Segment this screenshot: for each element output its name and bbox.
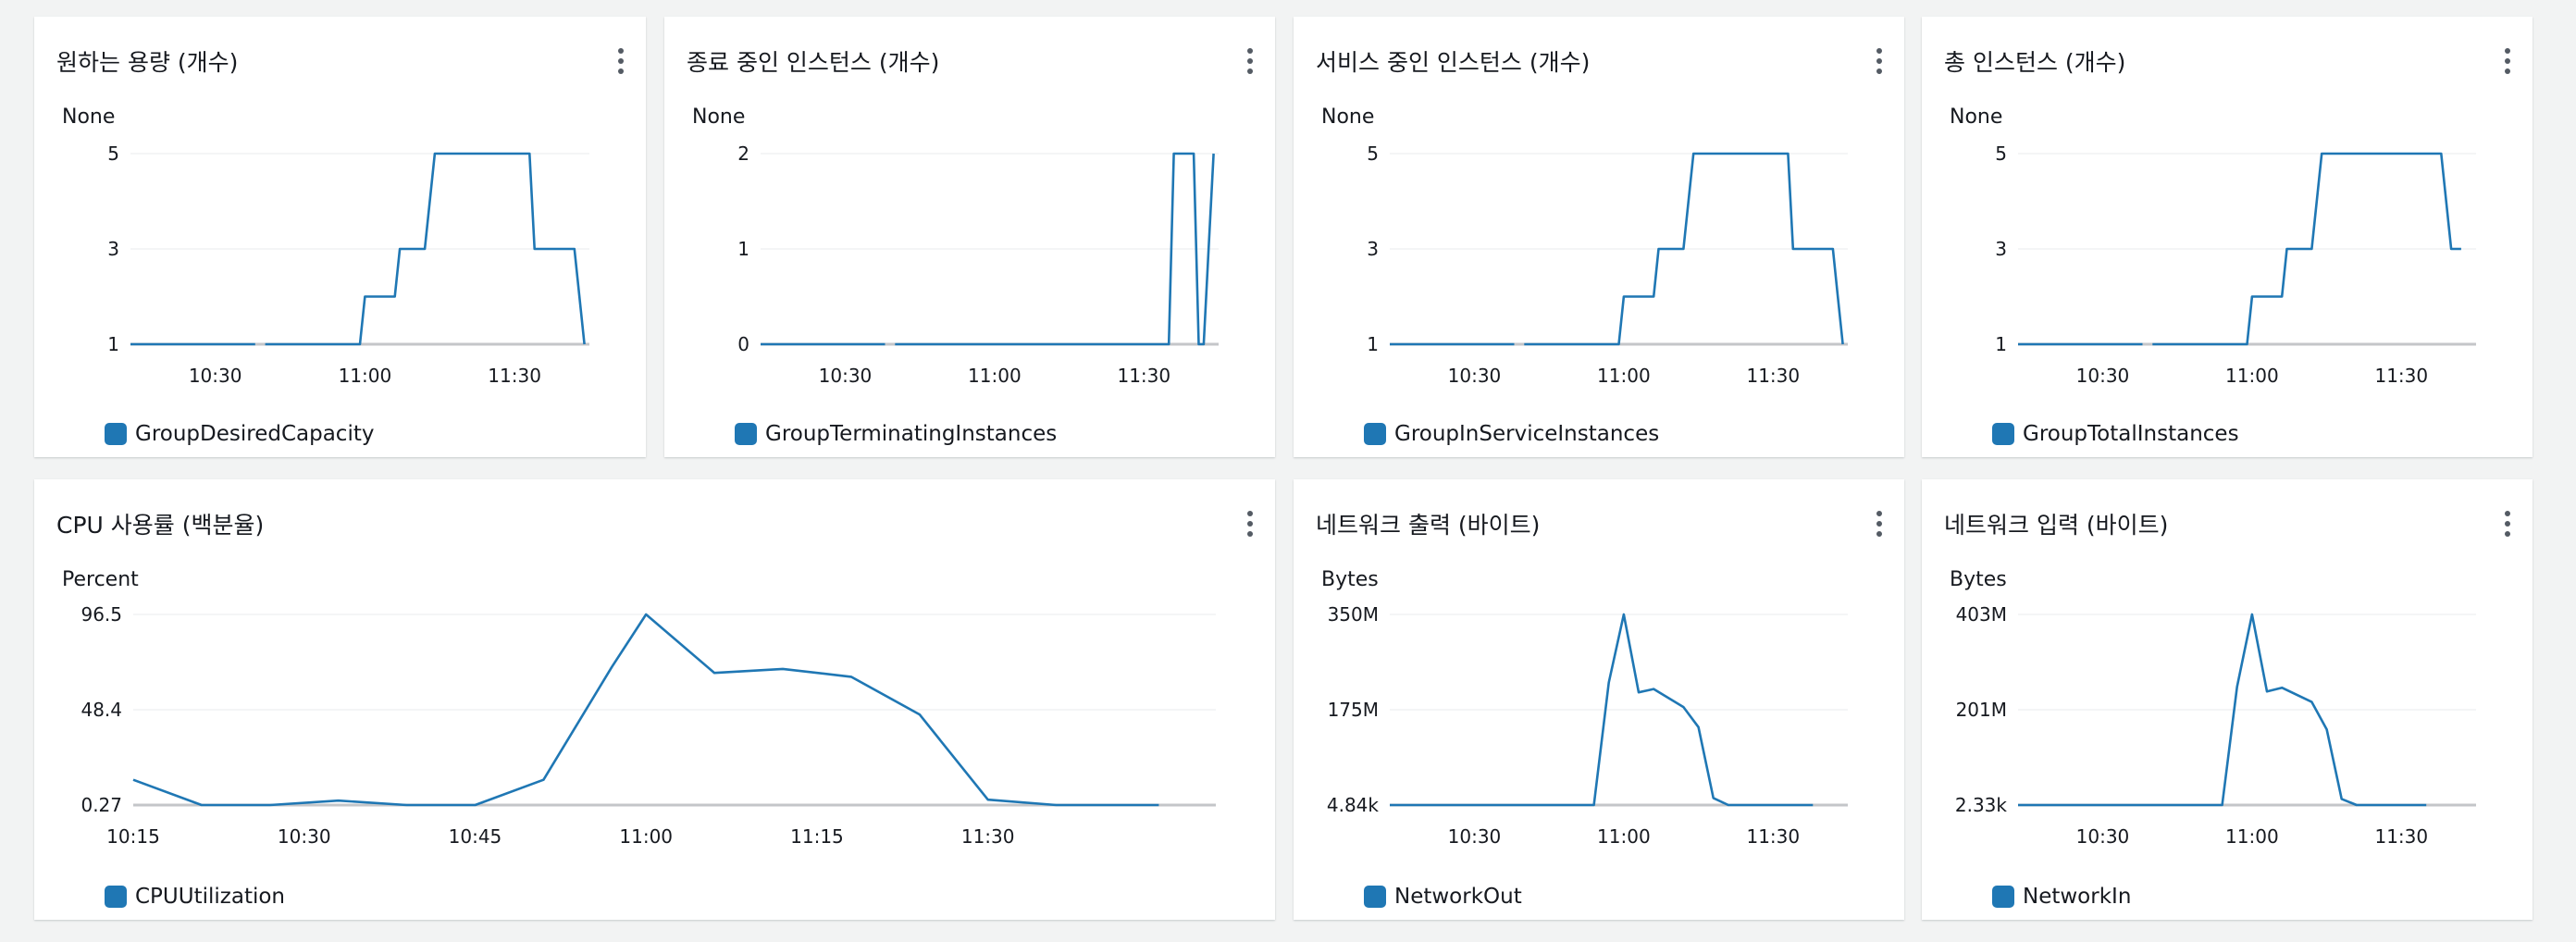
x-tick-label: 11:00 (968, 365, 1022, 387)
widget-network-in: 네트워크 입력 (바이트) Bytes 2.33k 201M 403M 10:30 11… (1922, 479, 2533, 920)
y-tick-label: 350M (1328, 603, 1379, 626)
y-tick-label: 201M (1956, 699, 2007, 721)
y-tick-label: 5 (1367, 143, 1379, 165)
y-tick-label: 0 (737, 333, 749, 355)
y-tick-label: 1 (1367, 333, 1379, 355)
line-chart: 1 3 5 10:30 11:00 11:30 (1367, 143, 1848, 387)
y-tick-label: 1 (1995, 333, 2007, 355)
x-tick-label: 11:30 (488, 365, 541, 387)
x-tick-label: 10:45 (449, 825, 502, 848)
line-chart: 1 3 5 10:30 11:00 11:30 (1995, 143, 2476, 387)
legend-label: NetworkIn (2023, 885, 2132, 909)
x-tick-label: 10:30 (278, 825, 331, 848)
legend-item[interactable]: CPUUtilization (105, 885, 285, 909)
line-chart: 2.33k 201M 403M 10:30 11:00 11:30 (1955, 603, 2476, 848)
widget-desired-capacity: 원하는 용량 (개수) None 1 3 5 10:30 11:00 11:30 Grou… (34, 17, 646, 457)
widget-network-out: 네트워크 출력 (바이트) Bytes 4.84k 175M 350M 10:30 11… (1294, 479, 1904, 920)
line-chart: 1 3 5 10:30 11:00 11:30 (107, 143, 589, 387)
legend-color-swatch (105, 423, 127, 445)
y-tick-label: 0.27 (80, 794, 122, 816)
x-tick-label: 11:00 (1597, 825, 1651, 848)
line-chart: 0 1 2 10:30 11:00 11:30 (737, 143, 1219, 387)
legend-label: GroupTerminatingInstances (765, 422, 1058, 446)
x-tick-label: 11:15 (790, 825, 844, 848)
legend-item[interactable]: GroupTotalInstances (1992, 422, 2239, 446)
x-tick-label: 10:30 (819, 365, 873, 387)
legend-color-swatch (735, 423, 757, 445)
legend-color-swatch (1992, 886, 2014, 908)
y-tick-label: 5 (1995, 143, 2007, 165)
x-tick-label: 11:30 (1117, 365, 1170, 387)
y-tick-label: 4.84k (1327, 794, 1380, 816)
legend-color-swatch (1364, 423, 1386, 445)
legend-label: CPUUtilization (135, 885, 286, 909)
x-tick-label: 11:00 (619, 825, 673, 848)
x-tick-label: 11:30 (2374, 825, 2428, 848)
x-tick-label: 11:00 (2225, 365, 2279, 387)
x-tick-label: 11:00 (1597, 365, 1651, 387)
x-tick-label: 11:00 (339, 365, 392, 387)
y-tick-label: 2 (737, 143, 749, 165)
y-tick-label: 3 (1995, 238, 2007, 260)
x-tick-label: 11:00 (2225, 825, 2279, 848)
y-tick-label: 175M (1328, 699, 1379, 721)
legend-label: GroupInServiceInstances (1394, 422, 1660, 446)
legend-color-swatch (1364, 886, 1386, 908)
x-tick-label: 10:30 (1448, 825, 1502, 848)
y-tick-label: 5 (107, 143, 119, 165)
widget-cpu-utilization: CPU 사용률 (백분율) Percent 0.27 48.4 96.5 10:15 1… (34, 479, 1275, 920)
legend-item[interactable]: NetworkIn (1992, 885, 2131, 909)
x-tick-label: 10:30 (189, 365, 242, 387)
line-chart: 0.27 48.4 96.5 10:15 10:30 10:45 11:00 11:15 11:… (80, 603, 1216, 848)
legend-item[interactable]: NetworkOut (1364, 885, 1522, 909)
y-tick-label: 2.33k (1955, 794, 2008, 816)
y-tick-label: 3 (1367, 238, 1379, 260)
line-chart: 4.84k 175M 350M 10:30 11:00 11:30 (1327, 603, 1848, 848)
y-tick-label: 1 (107, 333, 119, 355)
x-tick-label: 10:30 (2076, 365, 2130, 387)
legend-label: NetworkOut (1394, 885, 1522, 909)
x-tick-label: 10:15 (106, 825, 160, 848)
x-tick-label: 11:30 (961, 825, 1015, 848)
widget-in-service-instances: 서비스 중인 인스턴스 (개수) None 1 3 5 10:30 11:00 11:30… (1294, 17, 1904, 457)
y-tick-label: 48.4 (80, 699, 122, 721)
x-tick-label: 11:30 (1746, 365, 1800, 387)
legend-color-swatch (1992, 423, 2014, 445)
y-tick-label: 3 (107, 238, 119, 260)
y-tick-label: 1 (737, 238, 749, 260)
legend-item[interactable]: GroupTerminatingInstances (735, 422, 1057, 446)
widget-total-instances: 총 인스턴스 (개수) None 1 3 5 10:30 11:00 11:30 Grou… (1922, 17, 2533, 457)
y-tick-label: 96.5 (80, 603, 122, 626)
x-tick-label: 11:30 (1746, 825, 1800, 848)
legend-color-swatch (105, 886, 127, 908)
y-tick-label: 403M (1956, 603, 2007, 626)
x-tick-label: 10:30 (1448, 365, 1502, 387)
widget-terminating-instances: 종료 중인 인스턴스 (개수) None 0 1 2 10:30 11:00 11:30 … (664, 17, 1275, 457)
legend-item[interactable]: GroupDesiredCapacity (105, 422, 374, 446)
x-tick-label: 10:30 (2076, 825, 2130, 848)
x-tick-label: 11:30 (2374, 365, 2428, 387)
legend-label: GroupTotalInstances (2023, 422, 2239, 446)
legend-item[interactable]: GroupInServiceInstances (1364, 422, 1659, 446)
legend-label: GroupDesiredCapacity (135, 422, 375, 446)
